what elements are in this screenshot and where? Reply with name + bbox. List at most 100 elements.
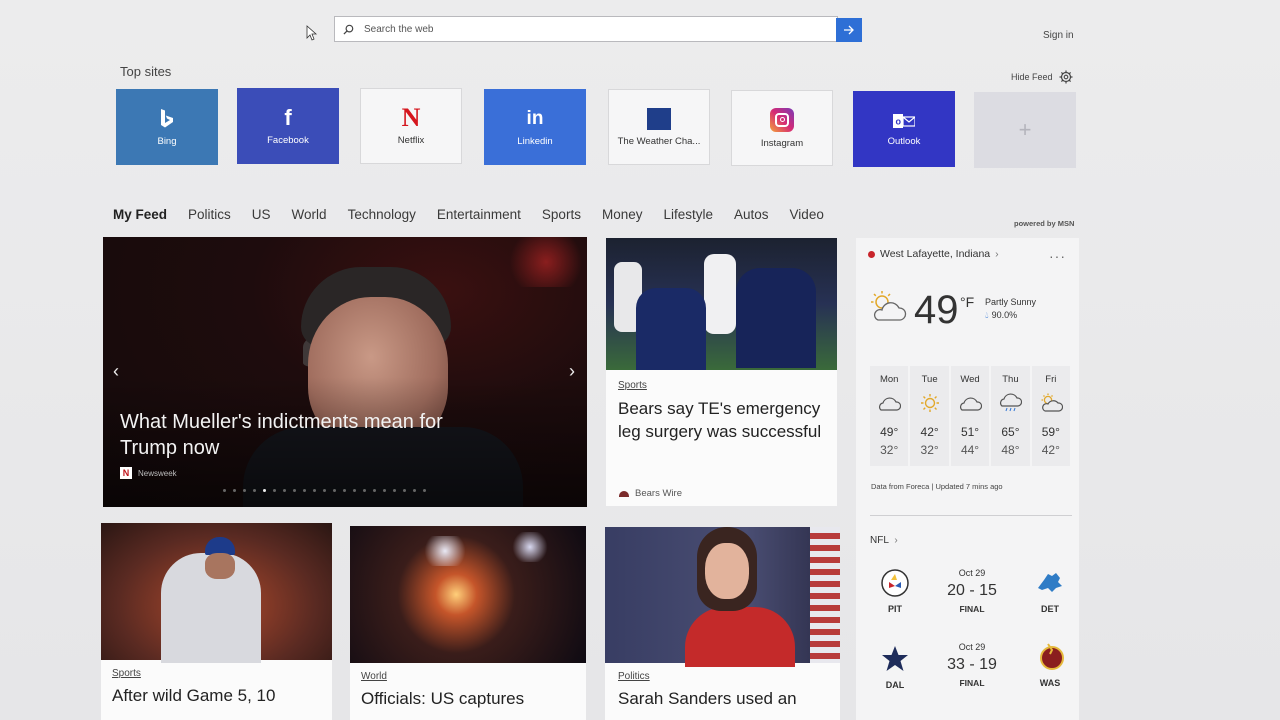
- article-category[interactable]: World: [361, 671, 575, 682]
- tile-weather-channel[interactable]: The Weather Cha...: [608, 89, 710, 165]
- away-team: DET: [1041, 604, 1059, 614]
- forecast-day[interactable]: Tue 42° 32°: [910, 366, 949, 466]
- home-team: DAL: [885, 680, 905, 690]
- article-headline[interactable]: Sarah Sanders used an: [618, 687, 827, 710]
- forecast-day[interactable]: Mon 49° 32°: [870, 366, 909, 466]
- nav-politics[interactable]: Politics: [188, 207, 231, 222]
- hide-feed-label: Hide Feed: [1011, 72, 1053, 82]
- plus-icon: +: [1018, 117, 1032, 142]
- search-submit-button[interactable]: [836, 18, 862, 42]
- article-photo: [606, 238, 837, 370]
- weather-location[interactable]: West Lafayette, Indiana ›: [868, 248, 999, 260]
- tile-bing[interactable]: Bing: [116, 89, 218, 165]
- article-card-officials[interactable]: World Officials: US captures: [350, 526, 586, 720]
- carousel-next-button[interactable]: ›: [569, 361, 575, 382]
- bears-wire-icon: [619, 490, 629, 497]
- tile-netflix[interactable]: N Netflix: [360, 88, 462, 164]
- article-category[interactable]: Politics: [618, 671, 827, 682]
- rain-icon: [1000, 393, 1023, 412]
- linkedin-icon: in: [526, 107, 544, 129]
- game-date: Oct 29: [958, 568, 986, 578]
- hero-carousel[interactable]: ‹ › What Mueller's indictments mean for …: [103, 237, 587, 507]
- nav-technology[interactable]: Technology: [348, 207, 416, 222]
- forecast-day[interactable]: Thu 65° 48°: [991, 366, 1030, 466]
- nav-sports[interactable]: Sports: [542, 207, 581, 222]
- svg-text:o: o: [896, 116, 902, 126]
- forecast-strip: Mon 49° 32° Tue 42° 32° Wed 51° 44° Thu …: [870, 366, 1071, 466]
- game-status: FINAL: [959, 678, 985, 688]
- feed-nav: My Feed Politics US World Technology Ent…: [113, 207, 845, 222]
- forecast-high: 59°: [1041, 425, 1060, 439]
- nfl-header[interactable]: NFL ›: [870, 535, 898, 546]
- more-options-icon[interactable]: ···: [1049, 248, 1066, 264]
- add-site-tile[interactable]: +: [974, 92, 1076, 168]
- current-temperature: 49: [914, 288, 959, 332]
- location-name: West Lafayette, Indiana: [880, 248, 991, 260]
- forecast-day[interactable]: Wed 51° 44°: [950, 366, 990, 466]
- search-input[interactable]: Search the web: [334, 16, 838, 42]
- tile-linkedin[interactable]: in Linkedin: [484, 89, 586, 165]
- forecast-day[interactable]: Fri 59° 42°: [1031, 366, 1071, 466]
- article-category[interactable]: Sports: [618, 380, 825, 391]
- top-sites-label: Top sites: [120, 64, 172, 79]
- article-headline[interactable]: After wild Game 5, 10: [112, 684, 321, 707]
- home-team: PIT: [887, 604, 902, 614]
- bing-icon: [161, 108, 173, 127]
- article-category[interactable]: Sports: [112, 668, 321, 679]
- tile-instagram[interactable]: Instagram: [731, 90, 833, 166]
- nav-autos[interactable]: Autos: [734, 207, 769, 222]
- carousel-dots[interactable]: [223, 489, 426, 492]
- article-headline[interactable]: Bears say TE's emergency leg surgery was…: [618, 397, 825, 443]
- nav-video[interactable]: Video: [790, 207, 824, 222]
- article-photo: [605, 527, 840, 667]
- weather-channel-logo: [647, 107, 671, 130]
- game-date: Oct 29: [958, 642, 986, 652]
- nfl-game[interactable]: PIT Oct 29 20 - 15 FINAL DET: [870, 568, 1070, 628]
- article-headline[interactable]: Officials: US captures: [361, 687, 575, 710]
- nav-entertainment[interactable]: Entertainment: [437, 207, 521, 222]
- chevron-right-icon: ›: [894, 535, 898, 546]
- forecast-day-name: Thu: [1002, 374, 1019, 385]
- outlook-icon: o: [893, 113, 915, 128]
- tile-label: Bing: [157, 135, 177, 147]
- article-card-game5[interactable]: Sports After wild Game 5, 10: [101, 523, 332, 720]
- hero-headline[interactable]: What Mueller's indictments mean for Trum…: [120, 409, 480, 461]
- tile-label: Facebook: [267, 134, 309, 146]
- carousel-prev-button[interactable]: ‹: [113, 361, 119, 382]
- weather-data-note[interactable]: Data from Foreca | Updated 7 mins ago: [871, 482, 1003, 491]
- nav-my-feed[interactable]: My Feed: [113, 207, 167, 222]
- forecast-low: 48°: [1001, 443, 1020, 457]
- nav-money[interactable]: Money: [602, 207, 643, 222]
- tile-facebook[interactable]: f Facebook: [237, 88, 339, 164]
- sun-icon: [920, 394, 939, 412]
- forecast-high: 42°: [920, 425, 939, 439]
- tile-outlook[interactable]: o Outlook: [853, 91, 955, 167]
- nav-lifestyle[interactable]: Lifestyle: [663, 207, 713, 222]
- forecast-high: 51°: [960, 425, 980, 439]
- article-photo: [350, 526, 586, 663]
- article-photo: [101, 523, 332, 663]
- raindrop-icon: 💧︎: [985, 310, 989, 320]
- sign-in-link[interactable]: Sign in: [1043, 30, 1074, 41]
- location-alert-icon: [868, 250, 875, 258]
- cloud-icon: [879, 397, 902, 411]
- tile-label: Outlook: [887, 135, 921, 147]
- nfl-game[interactable]: DAL Oct 29 33 - 19 FINAL WAS: [870, 642, 1070, 702]
- hero-source-name: Newsweek: [138, 468, 177, 478]
- facebook-icon: f: [284, 104, 292, 130]
- partly-sunny-icon: [871, 291, 907, 321]
- newsweek-icon: N: [120, 467, 132, 479]
- forecast-low: 32°: [880, 443, 899, 457]
- gear-icon[interactable]: [1059, 70, 1073, 84]
- forecast-low: 44°: [960, 443, 980, 457]
- article-card-sanders[interactable]: Politics Sarah Sanders used an: [605, 527, 840, 720]
- nfl-label: NFL: [870, 535, 889, 546]
- hide-feed-button[interactable]: Hide Feed: [1011, 70, 1073, 84]
- instagram-icon: [770, 107, 794, 132]
- temperature-unit[interactable]: °F: [960, 294, 974, 310]
- forecast-day-name: Fri: [1045, 374, 1057, 385]
- nav-world[interactable]: World: [292, 207, 327, 222]
- article-source-name: Bears Wire: [635, 488, 682, 499]
- nav-us[interactable]: US: [252, 207, 271, 222]
- article-card-bears[interactable]: Sports Bears say TE's emergency leg surg…: [606, 238, 837, 506]
